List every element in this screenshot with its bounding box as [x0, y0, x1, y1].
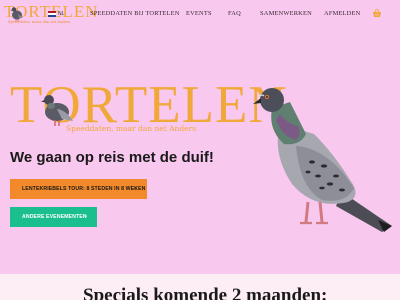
- andere-evenementen-button[interactable]: ANDERE EVENEMENTEN ›: [10, 207, 97, 227]
- netherlands-flag-icon: [48, 11, 56, 17]
- language-code: NL: [58, 11, 65, 17]
- chevron-right-icon: ›: [134, 186, 137, 192]
- hero-headline: We gaan op reis met de duif!: [10, 149, 214, 166]
- nav-item-events[interactable]: EVENTS: [186, 10, 212, 17]
- hero-logo-tagline: Speeddaten, maar dan net Anders: [66, 124, 197, 133]
- specials-heading: Specials komende 2 maanden:: [83, 285, 328, 300]
- chevron-right-icon: ›: [84, 214, 87, 220]
- logo-tagline: Speeddaten, maar dan net Anders: [8, 20, 71, 24]
- lentekriebels-tour-label: LENTEKRIEBELS TOUR: 8 STEDEN IN 8 WEKEN: [22, 186, 146, 192]
- top-navigation-bar: TORTELEN Speeddaten, maar dan net Anders…: [0, 0, 400, 28]
- nav-item-faq[interactable]: FAQ: [228, 10, 241, 17]
- hero-logo: TORTELEN Speeddaten, maar dan net Anders: [10, 79, 287, 138]
- language-switcher[interactable]: NL: [48, 9, 64, 19]
- lentekriebels-tour-button[interactable]: LENTEKRIEBELS TOUR: 8 STEDEN IN 8 WEKEN …: [10, 179, 147, 199]
- pigeon-photo: [253, 88, 392, 232]
- andere-evenementen-label: ANDERE EVENEMENTEN: [22, 214, 87, 220]
- nav-item-samenwerken[interactable]: SAMENWERKEN: [260, 10, 312, 17]
- nav-item-afmelden[interactable]: AFMELDEN: [324, 10, 360, 17]
- shopping-basket-icon[interactable]: [372, 8, 382, 18]
- nav-item-speeddaten[interactable]: SPEEDDATEN BIJ TORTELEN: [90, 10, 180, 17]
- hero-pigeon-logo-icon: [41, 95, 73, 126]
